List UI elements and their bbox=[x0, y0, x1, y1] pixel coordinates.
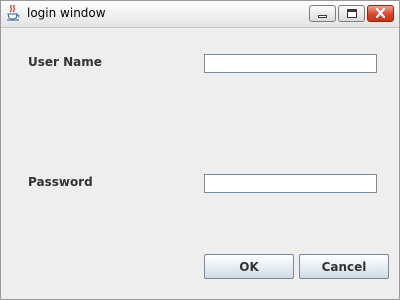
window-title: login window bbox=[27, 6, 106, 20]
login-window: login window User Name Password OK Cance… bbox=[0, 0, 400, 300]
minimize-icon bbox=[318, 15, 327, 18]
close-button[interactable] bbox=[367, 5, 394, 22]
cancel-button[interactable]: Cancel bbox=[299, 254, 389, 279]
username-label: User Name bbox=[28, 55, 102, 69]
java-cup-icon bbox=[6, 4, 21, 21]
password-label: Password bbox=[28, 175, 93, 189]
ok-button[interactable]: OK bbox=[204, 254, 294, 279]
username-field[interactable] bbox=[204, 54, 377, 73]
title-bar[interactable]: login window bbox=[1, 1, 399, 28]
minimize-button[interactable] bbox=[309, 5, 336, 22]
maximize-button[interactable] bbox=[338, 5, 365, 22]
password-field[interactable] bbox=[204, 174, 377, 193]
maximize-icon bbox=[347, 9, 357, 18]
close-icon bbox=[368, 6, 393, 21]
